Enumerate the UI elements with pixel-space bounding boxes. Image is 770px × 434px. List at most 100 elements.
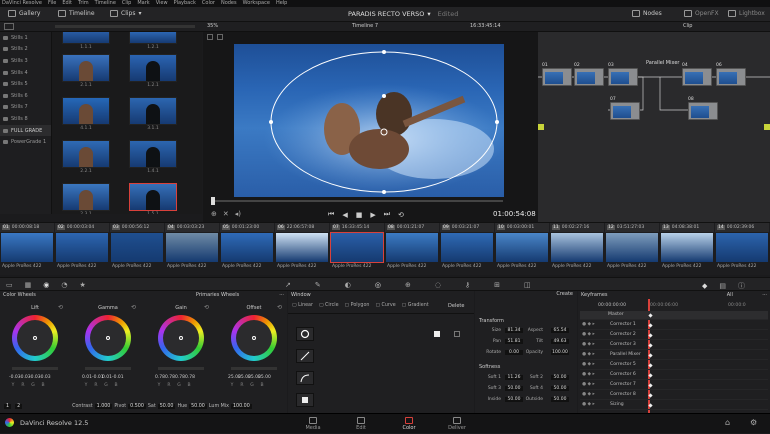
sizing-icon[interactable]: ⊞ (494, 281, 500, 289)
gallery-still-thumbnail[interactable] (62, 140, 110, 168)
lightbox-button[interactable]: Lightbox (728, 10, 765, 17)
wheels-mode-select[interactable]: Primaries Wheels (196, 292, 239, 298)
reverse-icon[interactable]: ◀ (342, 211, 347, 219)
keyframe-marker[interactable] (648, 323, 653, 328)
menu-item[interactable]: Nodes (221, 0, 237, 7)
wheel-handle[interactable] (252, 336, 256, 340)
track-toggle-icon[interactable]: ● ◆ ▸ (582, 352, 595, 357)
still-album-item[interactable]: Stills 4 (0, 67, 51, 79)
output-node-icon[interactable] (764, 124, 770, 130)
timeline-clip[interactable]: 12 03:51:27:03 Apple ProRes 422 (605, 223, 659, 273)
track-toggle-icon[interactable]: ● ◆ ▸ (582, 322, 595, 327)
wheel-value[interactable]: -0.03 (29, 375, 41, 380)
menu-item[interactable]: File (48, 0, 56, 7)
timeline-clip[interactable]: 13 04:08:38:01 Apple ProRes 422 (660, 223, 714, 273)
track-toggle-icon[interactable]: ● ◆ ▸ (582, 342, 595, 347)
gallery-button[interactable]: Gallery (8, 10, 40, 17)
openfx-button[interactable]: OpenFX (684, 10, 719, 17)
still-album-item[interactable]: Stills 8 (0, 113, 51, 125)
linear-window-button[interactable] (296, 349, 314, 363)
viewer-option-icon[interactable] (217, 34, 223, 40)
window-tool-linear[interactable]: ▢ Linear (292, 303, 313, 308)
menu-item[interactable]: Timeline (95, 0, 116, 7)
media-page-tab[interactable]: Media (293, 416, 333, 434)
hsl-icon[interactable]: ◐ (345, 281, 351, 289)
scopes-icon[interactable]: ▤ (719, 282, 726, 290)
reset-icon[interactable]: ⟲ (277, 304, 282, 311)
skip-end-icon[interactable]: ⏭ (384, 210, 390, 219)
node-mode-select[interactable]: Clip (683, 23, 692, 29)
color-match-icon[interactable]: ▦ (25, 281, 32, 289)
menu-item[interactable]: Workspace (243, 0, 270, 7)
wheel-value[interactable]: 25.00 (248, 375, 261, 380)
play-icon[interactable]: ▶ (370, 211, 375, 219)
wheel-handle[interactable] (33, 336, 37, 340)
clips-button[interactable]: Clips ▾ (110, 10, 141, 17)
timeline-clip[interactable]: 09 00:03:21:07 Apple ProRes 422 (440, 223, 494, 273)
delete-button[interactable]: Delete (448, 303, 464, 309)
color-node[interactable]: 06 (716, 63, 746, 86)
wheel-value[interactable]: 0.78 (155, 375, 165, 380)
keyframe-track[interactable]: ● ◆ ▸ Corrector 6 (580, 371, 768, 380)
keyframe-marker[interactable] (648, 343, 653, 348)
reset-icon[interactable]: ⟲ (204, 304, 209, 311)
color-wheel-lift[interactable] (12, 315, 58, 361)
keyframes-icon[interactable]: ◆ (702, 282, 707, 290)
wheel-value[interactable]: 25.00 (258, 375, 271, 380)
wheel-handle[interactable] (179, 336, 183, 340)
wheel-value[interactable]: 25.00 (238, 375, 251, 380)
keyframe-track[interactable]: ● ◆ ▸ Corrector 8 (580, 391, 768, 400)
track-toggle-icon[interactable]: ● ◆ ▸ (582, 362, 595, 367)
window-icon[interactable]: ◎ (375, 281, 381, 289)
keyframe-track[interactable]: ● ◆ ▸ Corrector 7 (580, 381, 768, 390)
keyframe-track[interactable]: Master (580, 311, 768, 320)
home-icon[interactable]: ⌂ (725, 418, 730, 427)
track-toggle-icon[interactable]: ● ◆ ▸ (582, 392, 595, 397)
color-wheel-offset[interactable] (231, 315, 277, 361)
still-album-item[interactable]: Stills 1 (0, 32, 51, 44)
keyframe-track[interactable]: ● ◆ ▸ Corrector 1 (580, 321, 768, 330)
timeline-clip[interactable]: 04 00:03:03:23 Apple ProRes 422 (165, 223, 219, 273)
reset-icon[interactable]: ⟲ (131, 304, 136, 311)
timeline-clip[interactable]: 14 00:02:39:06 Apple ProRes 422 (715, 223, 769, 273)
color-node[interactable]: 03 (608, 63, 638, 86)
gallery-still-thumbnail[interactable] (129, 140, 177, 168)
still-album-item[interactable]: PowerGrade 1 (0, 136, 51, 148)
curve-window-button[interactable] (296, 371, 314, 385)
track-toggle-icon[interactable]: ● ◆ ▸ (582, 402, 595, 407)
gallery-still-thumbnail[interactable] (62, 32, 110, 44)
timeline-clip[interactable]: 02 00:00:03:04 Apple ProRes 422 (55, 223, 109, 273)
keyframe-track[interactable]: ● ◆ ▸ Corrector 2 (580, 331, 768, 340)
wheel-value[interactable]: 0.78 (185, 375, 195, 380)
color-wheel-gamma[interactable] (85, 315, 131, 361)
playhead[interactable] (211, 197, 215, 205)
wheel-value[interactable]: -0.01 (92, 375, 104, 380)
param-field[interactable]: 49.63 (551, 339, 569, 344)
param-field[interactable]: 50.00 (551, 375, 569, 380)
wheel-value[interactable]: 25.00 (228, 375, 241, 380)
gear-icon[interactable]: ⚙ (750, 418, 757, 427)
info-icon[interactable]: ⓘ (738, 281, 745, 291)
window-tool-polygon[interactable]: ▢ Polygon (345, 303, 370, 308)
pivot-field[interactable]: 0.500 (128, 403, 146, 409)
lummix-field[interactable]: 100.00 (230, 403, 252, 409)
gallery-still-thumbnail[interactable] (129, 183, 177, 211)
menu-item[interactable]: DaVinci Resolve (2, 0, 42, 7)
gallery-still-thumbnail[interactable] (62, 97, 110, 125)
track-toggle-icon[interactable]: ● ◆ ▸ (582, 382, 595, 387)
master-wheel-slider[interactable] (12, 367, 58, 370)
still-album-item[interactable]: Stills 7 (0, 102, 51, 114)
window-tool-gradient[interactable]: ▢ Gradient (402, 303, 429, 308)
wheel-value[interactable]: -0.03 (9, 375, 21, 380)
master-wheel-slider[interactable] (158, 367, 204, 370)
timeline-clip[interactable]: 03 00:00:56:12 Apple ProRes 422 (110, 223, 164, 273)
gallery-still-thumbnail[interactable] (129, 97, 177, 125)
hue-field[interactable]: 50.00 (189, 403, 207, 409)
keyframe-track[interactable]: ● ◆ ▸ Corrector 5 (580, 361, 768, 370)
still-album-item[interactable]: Stills 5 (0, 78, 51, 90)
create-button[interactable]: Create (475, 291, 577, 299)
edit-page-tab[interactable]: Edit (341, 416, 381, 434)
keyframe-marker[interactable] (648, 363, 653, 368)
keyframe-marker[interactable] (648, 383, 653, 388)
reset-icon[interactable]: ⟲ (58, 304, 63, 311)
